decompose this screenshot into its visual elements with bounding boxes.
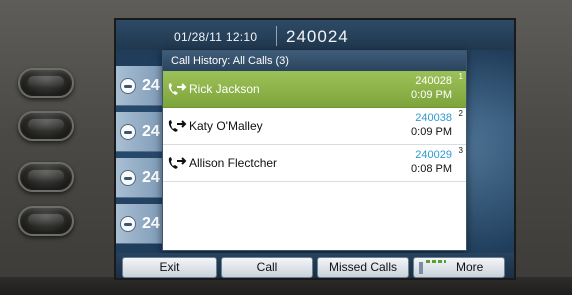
outgoing-call-icon (168, 120, 187, 132)
line-button-2[interactable]: 24 (116, 112, 164, 152)
status-bar: 01/28/11 12:10 240024 (116, 20, 514, 50)
line-button-4[interactable]: 24 (116, 204, 164, 244)
hardware-line-key-4[interactable] (18, 206, 74, 236)
status-datetime: 01/28/11 12:10 (174, 30, 258, 44)
call-history-row[interactable]: Rick Jackson 240028 0:09 PM 1 (163, 71, 466, 108)
caller-number: 240028 (415, 75, 452, 87)
row-index: 3 (458, 146, 463, 155)
line-button-3[interactable]: 24 (116, 158, 164, 198)
popup-title: Call History: All Calls (3) (163, 51, 466, 71)
caller-name: Allison Flectcher (189, 156, 278, 170)
handset-icon (120, 78, 136, 94)
line-label: 24 (142, 215, 160, 232)
line-label: 24 (142, 169, 160, 186)
line-button-1[interactable]: 24 (116, 66, 164, 106)
call-time: 0:09 PM (411, 89, 452, 101)
caller-number: 240038 (415, 112, 452, 124)
call-time: 0:09 PM (411, 126, 452, 138)
call-history-row[interactable]: Katy O'Malley 240038 0:09 PM 2 (163, 108, 466, 145)
status-extension: 240024 (286, 27, 349, 46)
outgoing-call-icon (168, 83, 187, 95)
handset-icon (120, 216, 136, 232)
more-softkey[interactable]: More (413, 257, 505, 278)
call-history-popup: Call History: All Calls (3) Rick Jackson… (162, 50, 467, 251)
phone-screen: 01/28/11 12:10 240024 24 24 24 24 Call H… (114, 18, 516, 280)
hardware-line-key-1[interactable] (18, 68, 74, 98)
line-label: 24 (142, 123, 160, 140)
handset-icon (120, 124, 136, 140)
row-index: 1 (458, 72, 463, 81)
softkey-bar: Exit Call Missed Calls More (116, 253, 514, 278)
status-divider (276, 26, 277, 46)
call-softkey[interactable]: Call (221, 257, 313, 278)
caller-name: Katy O'Malley (189, 119, 263, 133)
exit-softkey[interactable]: Exit (122, 257, 217, 278)
grip-icon (419, 262, 423, 274)
page-indicator-icon (426, 260, 446, 263)
hardware-line-key-3[interactable] (18, 162, 74, 192)
hardware-line-key-2[interactable] (18, 111, 74, 141)
caller-name: Rick Jackson (189, 82, 260, 96)
caller-number: 240029 (415, 149, 452, 161)
row-index: 2 (458, 109, 463, 118)
missed-calls-softkey[interactable]: Missed Calls (317, 257, 409, 278)
more-label: More (456, 260, 484, 274)
call-time: 0:08 PM (411, 163, 452, 175)
handset-icon (120, 170, 136, 186)
line-label: 24 (142, 77, 160, 94)
call-history-row[interactable]: Allison Flectcher 240029 0:08 PM 3 (163, 145, 466, 182)
outgoing-call-icon (168, 157, 187, 169)
